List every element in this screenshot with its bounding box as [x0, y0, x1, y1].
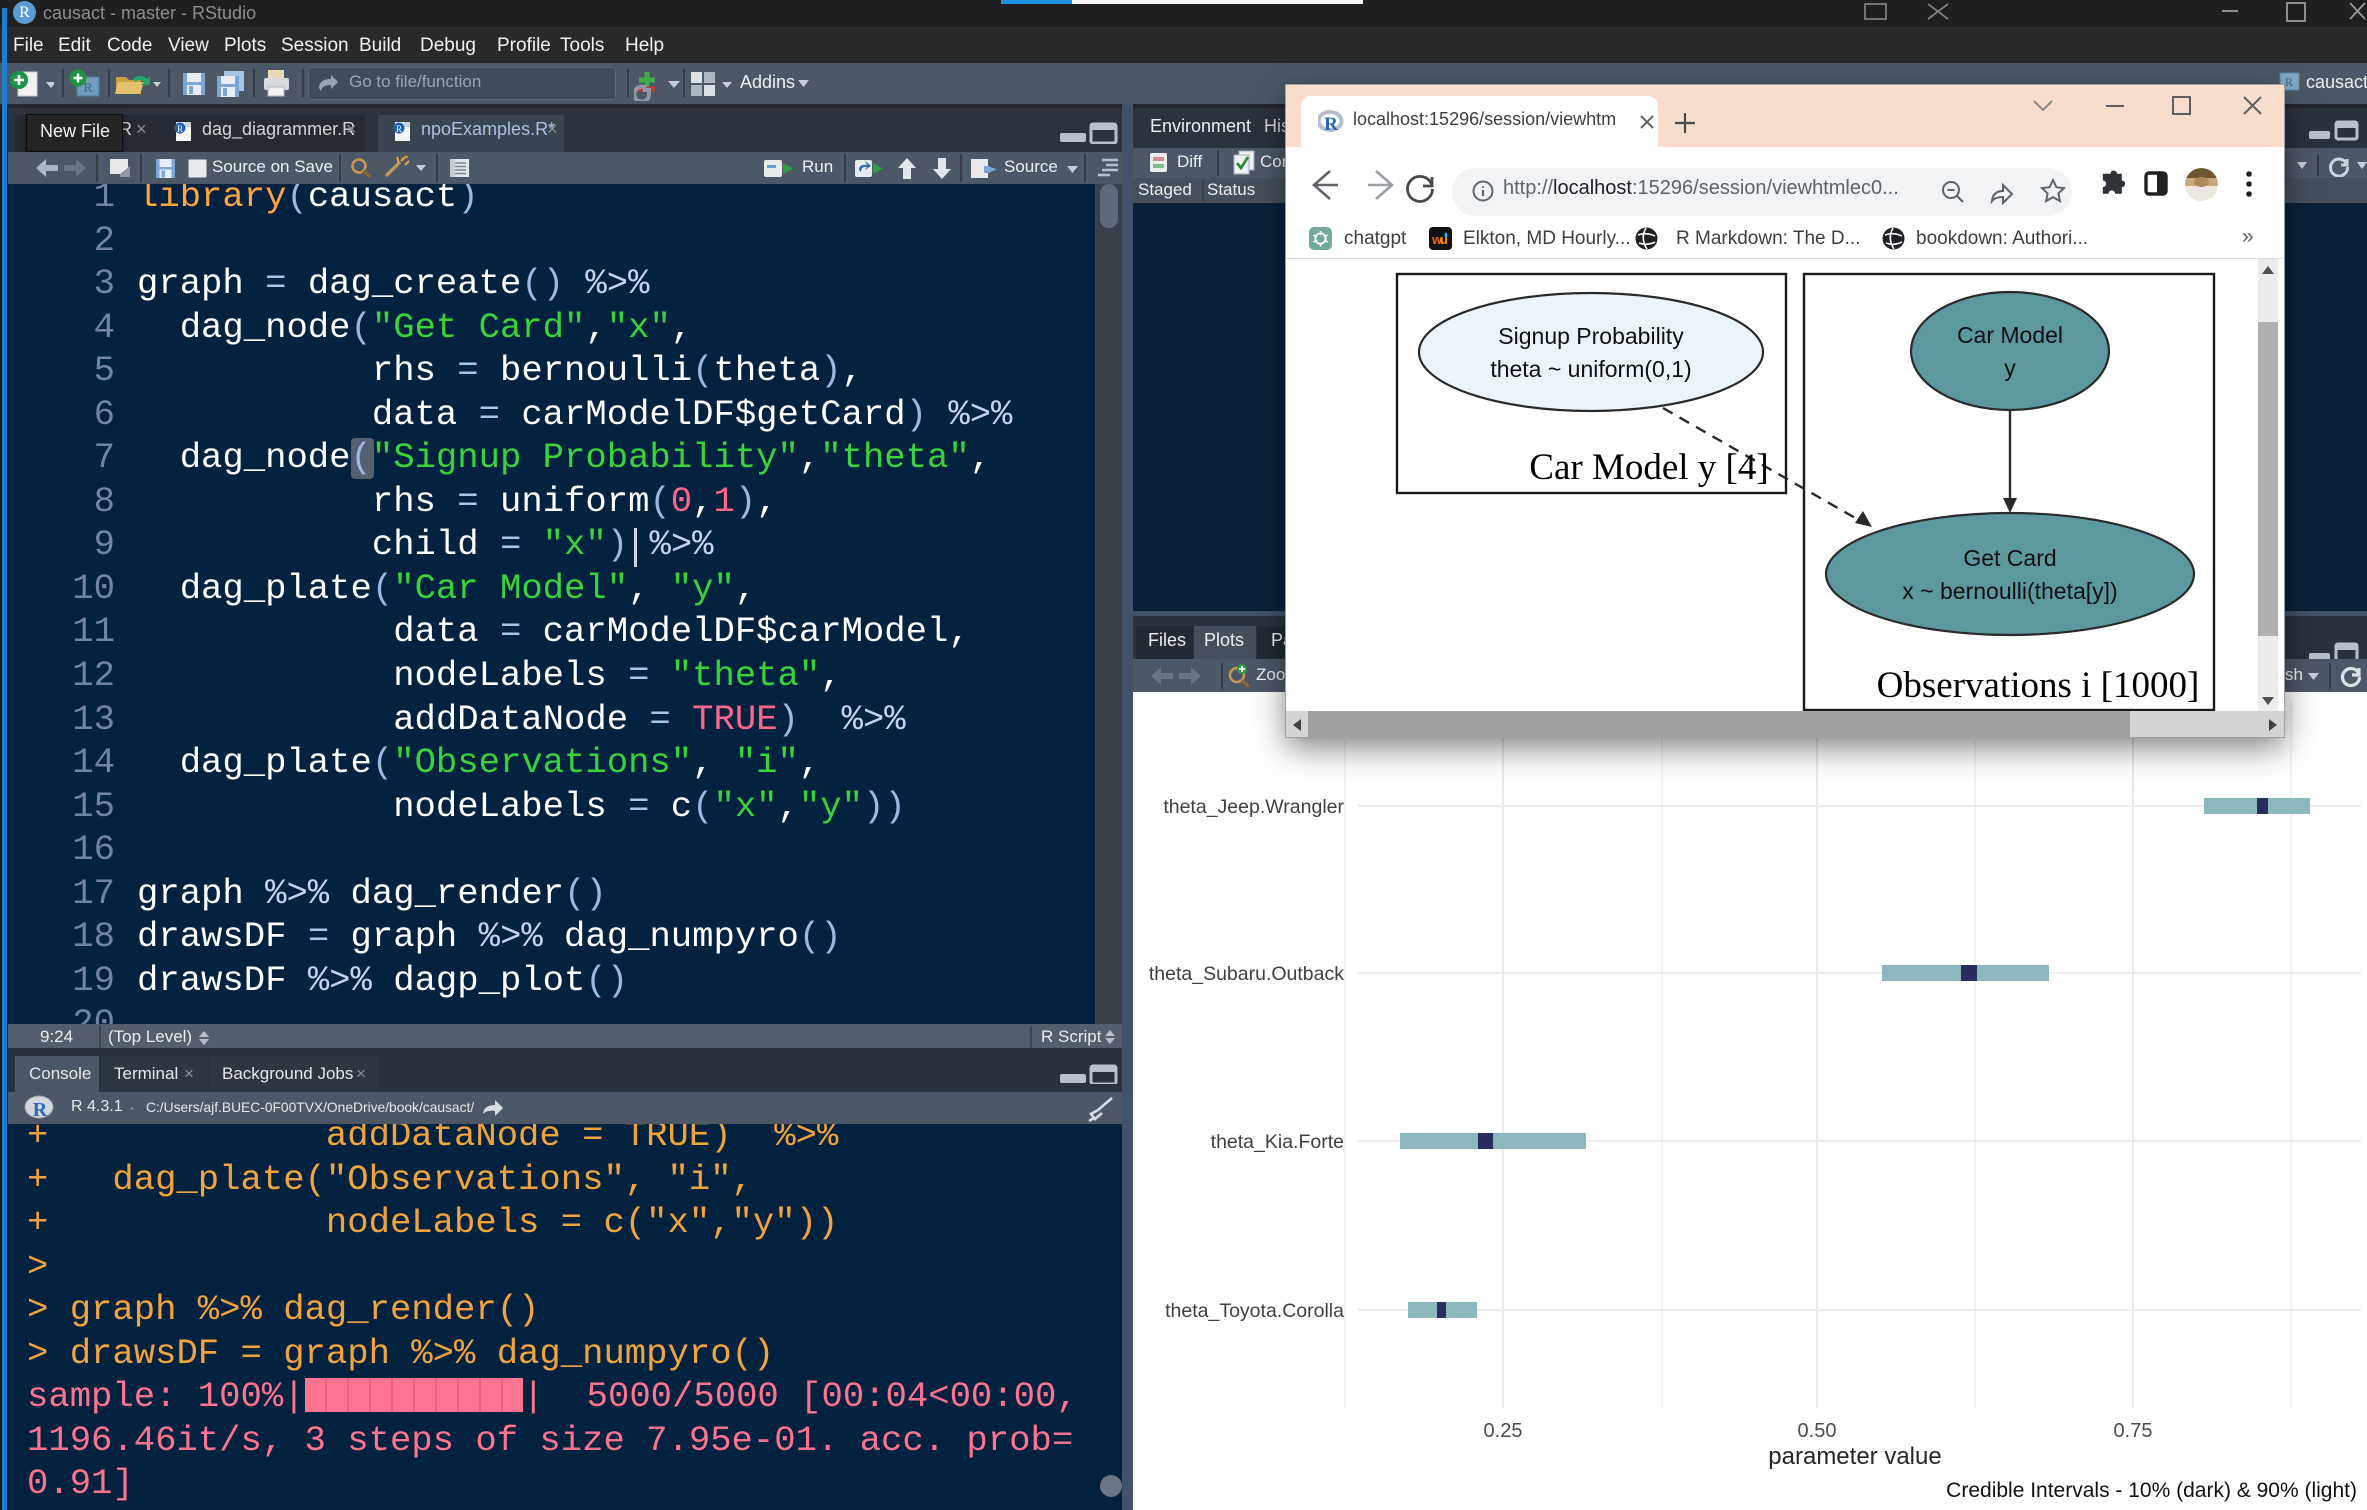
svg-text:theta_Kia.Forte: theta_Kia.Forte — [1211, 1131, 1344, 1153]
svg-text:theta_Subaru.Outback: theta_Subaru.Outback — [1149, 963, 1344, 985]
svg-text:Signup Probability: Signup Probability — [1498, 323, 1684, 349]
svg-text:theta_Toyota.Corolla: theta_Toyota.Corolla — [1165, 1300, 1344, 1322]
svg-text:Credible Intervals - 10% (dark: Credible Intervals - 10% (dark) & 90% (l… — [1946, 1479, 2357, 1502]
svg-text:R: R — [177, 124, 183, 134]
svg-text:theta ~ uniform(0,1): theta ~ uniform(0,1) — [1490, 356, 1691, 382]
svg-text:y: y — [2004, 355, 2016, 381]
svg-text:Observations i [1000]: Observations i [1000] — [1877, 665, 2200, 706]
svg-text:theta_Jeep.Wrangler: theta_Jeep.Wrangler — [1163, 796, 1344, 818]
svg-text:R: R — [396, 124, 402, 134]
svg-text:Car Model: Car Model — [1957, 322, 2063, 348]
svg-text:Car Model y [4]: Car Model y [4] — [1529, 447, 1768, 488]
svg-text:0.75: 0.75 — [2114, 1420, 2153, 1442]
svg-text:R: R — [83, 81, 93, 96]
svg-text:0.50: 0.50 — [1798, 1420, 1837, 1442]
svg-text:parameter value: parameter value — [1768, 1443, 1941, 1470]
svg-text:R: R — [33, 1099, 48, 1121]
svg-text:R: R — [2285, 75, 2293, 89]
svg-text:x ~ bernoulli(theta[y]): x ~ bernoulli(theta[y]) — [1902, 578, 2117, 604]
svg-text:R: R — [1324, 114, 1338, 134]
svg-text:Get Card: Get Card — [1963, 545, 2056, 571]
svg-text:0.25: 0.25 — [1484, 1420, 1523, 1442]
